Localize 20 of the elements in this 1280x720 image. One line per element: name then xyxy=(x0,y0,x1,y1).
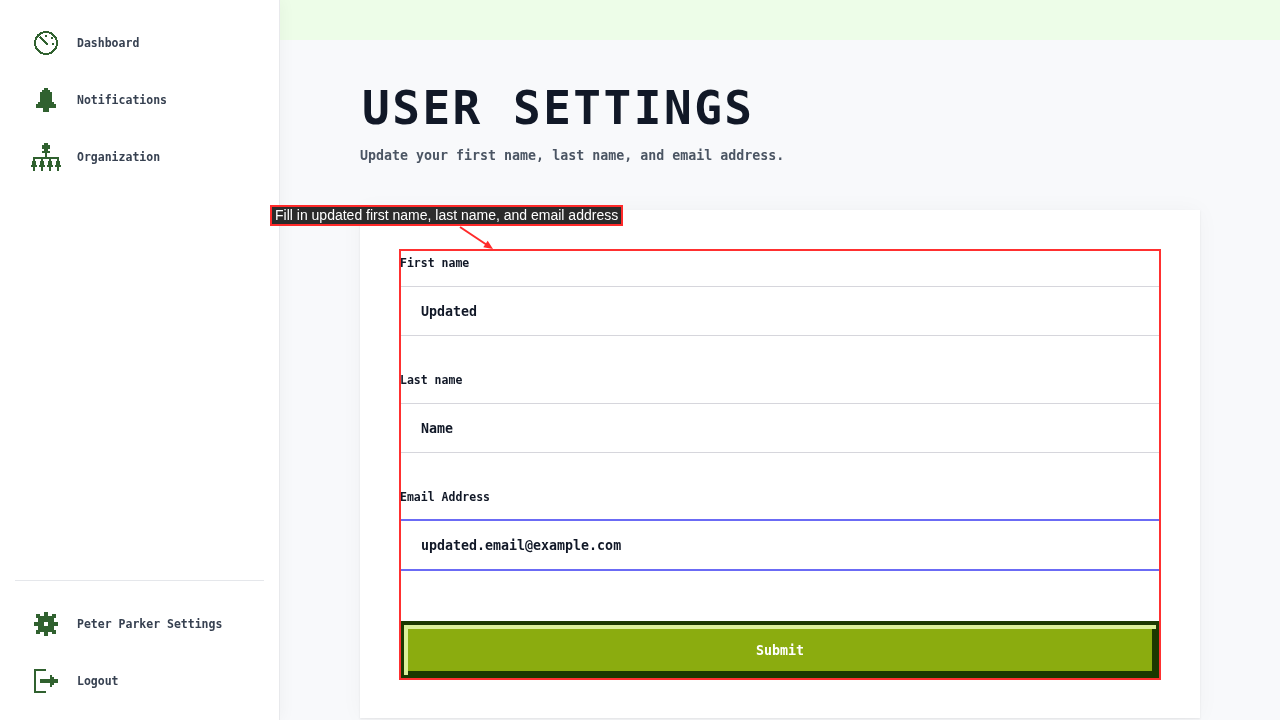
annotation-arrow xyxy=(458,226,496,251)
gauge-icon xyxy=(34,30,58,55)
settings-icon xyxy=(34,611,58,636)
page-subtitle: Update your first name, last name, and email address. xyxy=(360,147,786,165)
page-title: USER SETTINGS xyxy=(361,85,756,131)
text-input[interactable]: Updated xyxy=(400,286,1160,336)
sidebar-link[interactable]: Logout xyxy=(30,652,119,709)
sidebar-link[interactable]: Organization xyxy=(30,128,161,185)
bell-icon xyxy=(34,87,58,112)
logout-icon xyxy=(34,668,58,693)
field-label: Email Address xyxy=(400,489,490,505)
sidebar-link[interactable]: Notifications xyxy=(30,71,167,128)
sidebar-link[interactable]: Peter Parker Settings xyxy=(30,595,223,652)
text-input[interactable]: Name xyxy=(400,403,1160,453)
field-label: First name xyxy=(400,255,470,271)
field-label: Last name xyxy=(400,372,463,388)
text-input[interactable]: updated.email@example.com xyxy=(400,520,1160,570)
sidebar-link[interactable]: Dashboard xyxy=(30,14,140,71)
org-chart-icon xyxy=(30,142,62,171)
annotation-label: Fill in updated first name, last name, and email address xyxy=(270,205,624,226)
